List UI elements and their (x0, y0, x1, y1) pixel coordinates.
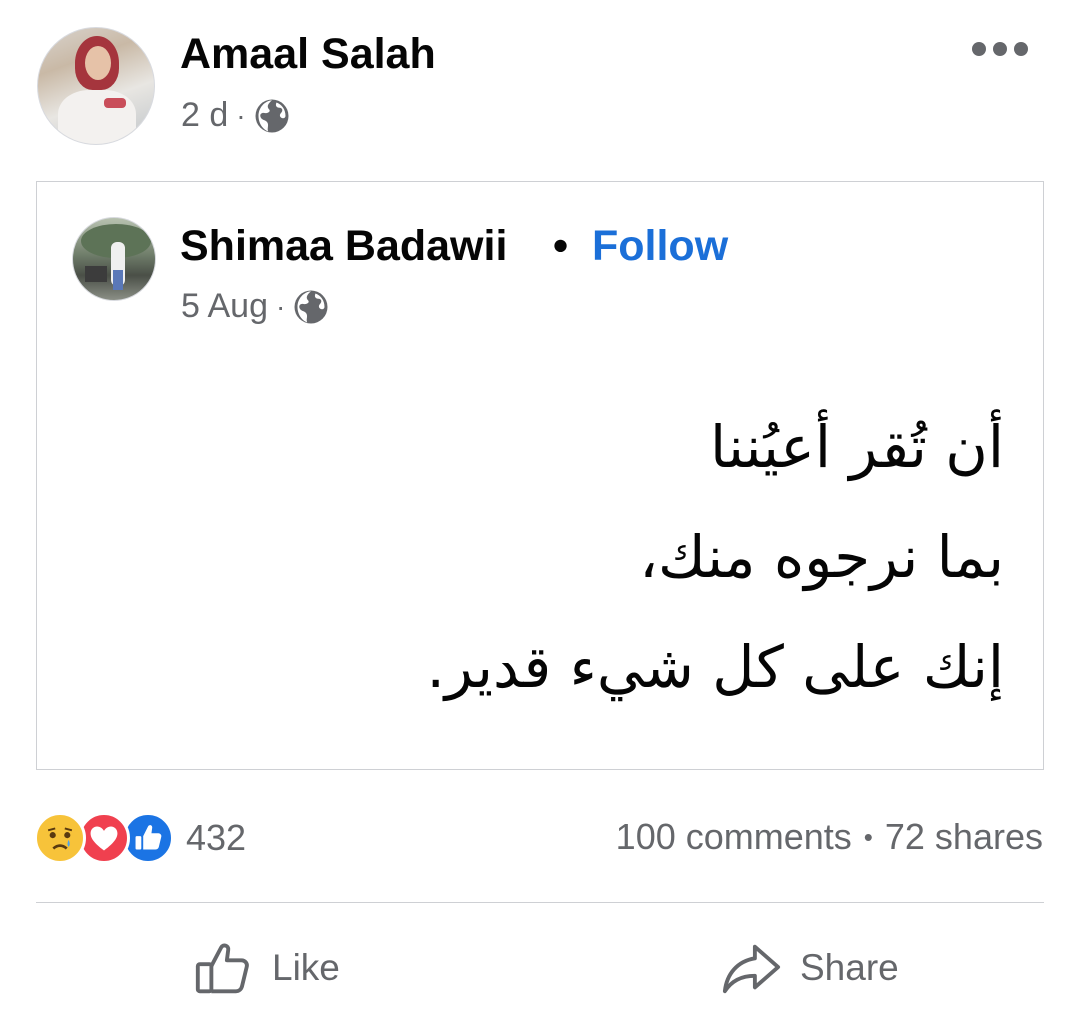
engagement-counts: 100 comments • 72 shares (616, 816, 1043, 858)
thumbs-up-icon (195, 943, 249, 994)
shares-count[interactable]: 72 shares (885, 816, 1043, 858)
author-name[interactable]: Amaal Salah (180, 30, 436, 79)
post-meta: 2 d · (181, 96, 290, 135)
shared-author-name[interactable]: Shimaa Badawii (180, 222, 507, 271)
post-text-line: إنك على كل شيء قدير. (426, 633, 1004, 701)
globe-icon (255, 99, 289, 132)
follow-separator: • (553, 222, 569, 270)
more-horizontal-icon (1014, 42, 1028, 56)
shared-post-meta: 5 Aug · (181, 287, 329, 326)
post-text-line: بما نرجوه منك، (639, 523, 1004, 591)
more-horizontal-icon (972, 42, 986, 56)
globe-icon (294, 290, 328, 323)
meta-separator: · (236, 99, 246, 131)
reaction-count: 432 (186, 817, 247, 858)
reactions-summary[interactable]: 432 (34, 812, 246, 864)
like-button[interactable]: Like (192, 930, 340, 1006)
share-button[interactable]: Share (720, 930, 899, 1006)
avatar-photo-detail (104, 98, 126, 108)
share-arrow-icon (722, 944, 781, 994)
share-label: Share (800, 947, 899, 988)
like-label: Like (272, 947, 340, 988)
post-text-line: أن تُقر أعيُننا (710, 413, 1004, 481)
divider (36, 902, 1044, 903)
counts-separator: • (863, 821, 873, 852)
post-time[interactable]: 2 d (181, 96, 228, 135)
sad-reaction-icon (34, 812, 86, 864)
meta-separator: · (275, 290, 286, 322)
shared-author-avatar[interactable] (72, 217, 156, 301)
follow-button[interactable]: Follow (592, 222, 728, 271)
more-horizontal-icon (993, 42, 1007, 56)
shared-post-text: أن تُقر أعيُننا بما نرجوه منك، إنك على ك… (426, 400, 1004, 722)
author-avatar[interactable] (37, 27, 155, 145)
more-options-button[interactable] (972, 36, 1028, 62)
avatar-photo-detail (113, 270, 123, 290)
comments-count[interactable]: 100 comments (616, 816, 852, 858)
shared-post-time[interactable]: 5 Aug (181, 287, 268, 326)
avatar-photo-detail (85, 46, 111, 80)
avatar-photo-detail (85, 266, 107, 282)
